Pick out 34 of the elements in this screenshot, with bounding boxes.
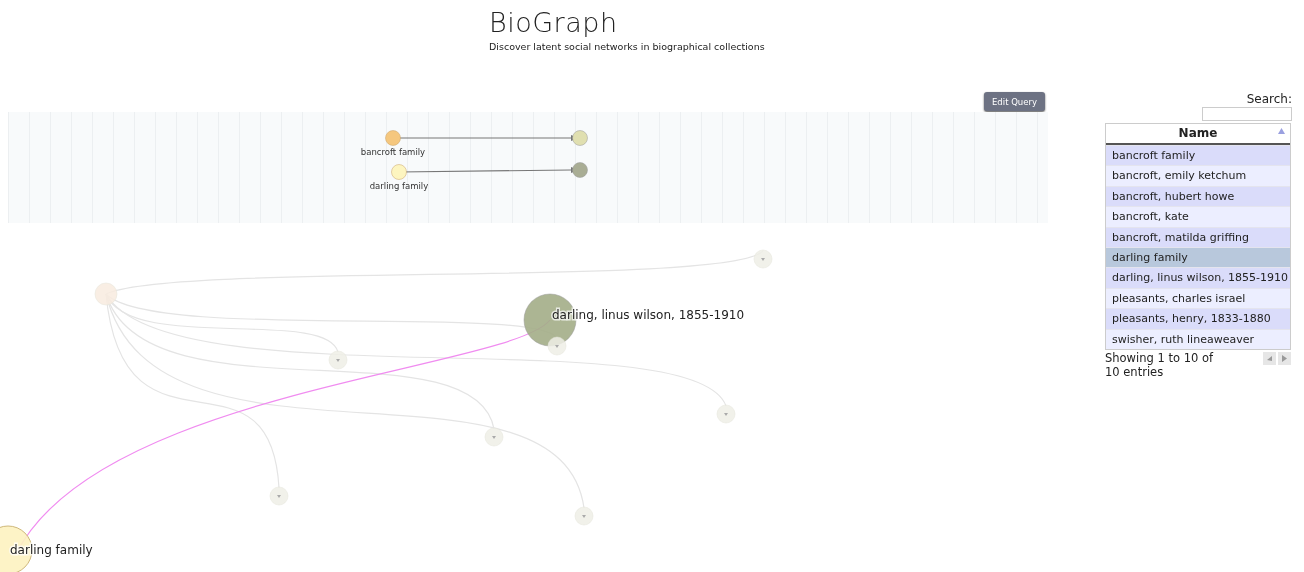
table-row[interactable]: darling, linus wilson, 1855-1910 <box>1106 267 1290 288</box>
query-node[interactable] <box>572 130 588 146</box>
next-page-icon[interactable] <box>1278 351 1291 365</box>
edit-query-button[interactable]: Edit Query <box>984 92 1045 111</box>
table-row[interactable]: swisher, ruth lineaweaver <box>1106 328 1290 349</box>
table-row[interactable]: bancroft, hubert howe <box>1106 185 1290 207</box>
arrow-icon <box>761 258 765 261</box>
app-title: BioGraph <box>489 6 619 40</box>
table-row[interactable]: bancroft family <box>1106 145 1290 166</box>
table-row[interactable]: bancroft, emily ketchum <box>1106 165 1290 186</box>
table-row[interactable]: pleasants, henry, 1833-1880 <box>1106 308 1290 329</box>
table-row[interactable]: darling family <box>1106 246 1290 268</box>
arrow-icon <box>555 345 559 348</box>
table-row[interactable]: bancroft, kate <box>1106 206 1290 227</box>
arrow-icon <box>277 495 281 498</box>
arrow-icon <box>582 515 586 518</box>
arrow-icon <box>724 413 728 416</box>
previous-page-icon[interactable] <box>1263 351 1276 365</box>
node-label: darling family <box>10 543 93 557</box>
table-row[interactable]: pleasants, charles israel <box>1106 287 1290 309</box>
query-node[interactable] <box>391 164 407 180</box>
arrow-icon <box>336 359 340 362</box>
app-subtitle: Discover latent social networks in biographical collections <box>489 41 766 53</box>
table-info: Showing 1 to 10 of 10 entries <box>1105 350 1215 379</box>
column-title: Name <box>1178 126 1218 140</box>
search-label: Search: <box>1246 92 1292 106</box>
query-node-label: bancroft family <box>360 147 426 157</box>
arrow-icon <box>492 436 496 439</box>
sort-icon <box>1278 128 1285 134</box>
query-node[interactable] <box>385 130 401 146</box>
query-node-label: darling family <box>369 181 429 191</box>
table-row[interactable]: bancroft, matilda griffing <box>1106 226 1290 247</box>
search-field[interactable] <box>1202 107 1292 121</box>
query-node[interactable] <box>572 162 588 178</box>
